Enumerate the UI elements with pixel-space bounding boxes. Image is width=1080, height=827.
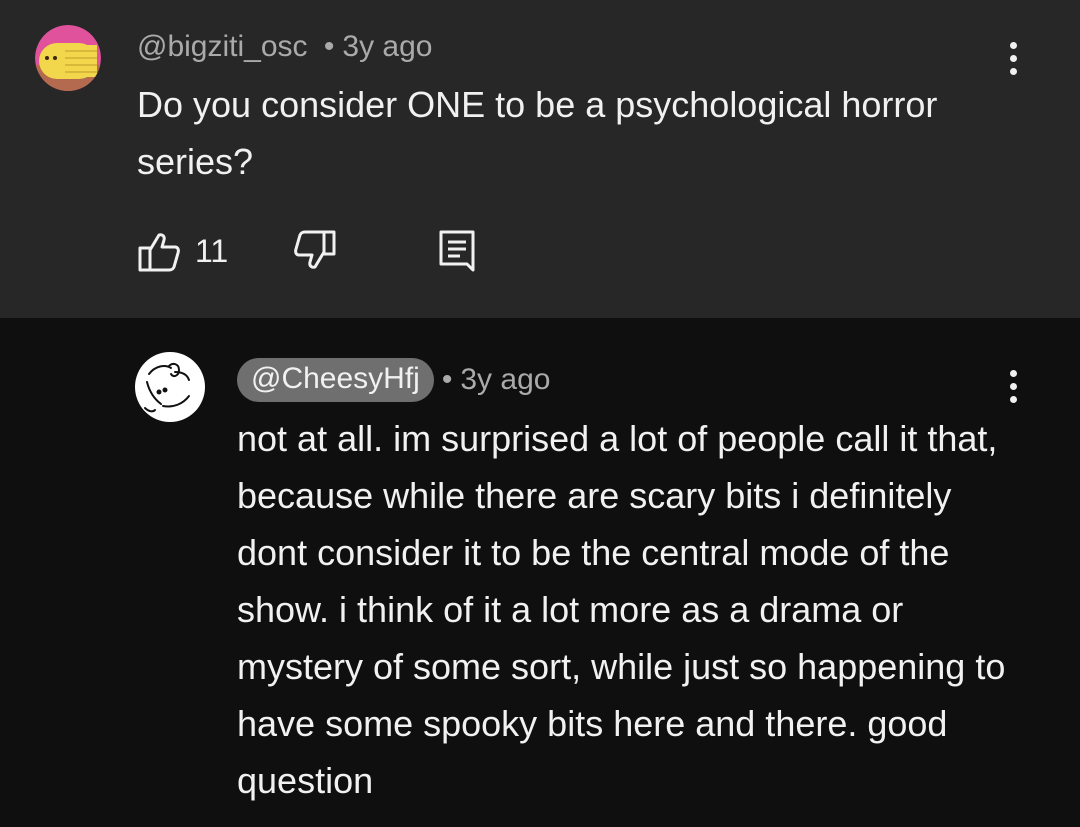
comment-menu-button[interactable] [998, 361, 1028, 411]
dislike-button[interactable] [293, 226, 337, 276]
reply-icon [439, 230, 475, 272]
more-vert-icon [1009, 369, 1017, 377]
more-vert-icon [1009, 41, 1017, 49]
comment-text: not at all. im surprised a lot of people… [237, 418, 1006, 801]
avatar[interactable] [35, 25, 101, 91]
avatar[interactable] [135, 352, 205, 422]
avatar-icon [35, 25, 101, 91]
comment-meta: @CheesyHfj • 3y ago [237, 358, 550, 402]
meta-separator: • [323, 30, 335, 63]
comment-text: Do you consider ONE to be a psychologica… [137, 84, 938, 182]
like-count: 11 [195, 232, 229, 269]
thumbs-down-icon [294, 230, 336, 269]
more-vert-icon-dot [1009, 67, 1017, 75]
avatar-icon [144, 362, 190, 413]
like-button[interactable]: 11 [137, 226, 228, 276]
more-vert-icon-dot [1009, 382, 1017, 390]
thumbs-up-icon [138, 233, 180, 272]
meta-separator: • [441, 363, 453, 396]
timestamp: 3y ago [342, 30, 433, 63]
more-vert-icon-dot [1009, 54, 1017, 62]
author-handle[interactable]: @bigziti_osc [137, 30, 308, 63]
comment-meta: @bigziti_osc • 3y ago [137, 30, 432, 64]
timestamp: 3y ago [460, 363, 551, 396]
top-comment: @bigziti_osc • 3y ago Do you consider ONE… [0, 0, 1080, 318]
author-handle[interactable]: @CheesyHfj [237, 358, 434, 402]
reply-button[interactable] [437, 226, 477, 276]
more-vert-icon-dot [1009, 395, 1017, 403]
